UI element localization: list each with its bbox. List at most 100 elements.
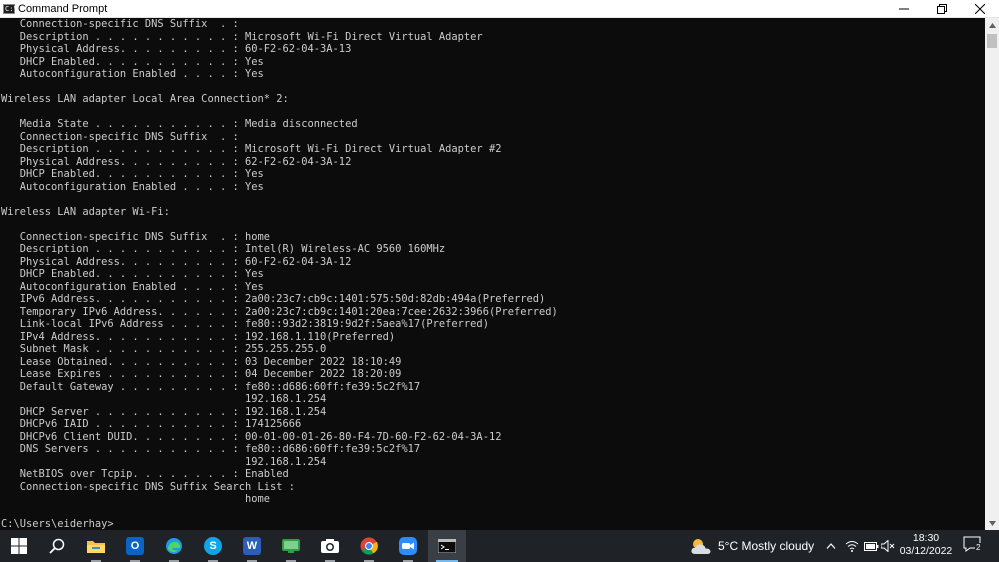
console-text: Connection-specific DNS Suffix . : Descr…	[0, 18, 985, 530]
clock-time: 18:30	[912, 532, 940, 544]
console-line: Temporary IPv6 Address. . . . . . : 2a00…	[1, 305, 558, 318]
minimize-icon	[899, 8, 909, 10]
console-line: home	[1, 493, 270, 505]
taskbar-command-prompt[interactable]	[428, 530, 466, 562]
console-line: Connection-specific DNS Suffix . :	[1, 18, 239, 30]
skype-icon: S	[204, 537, 222, 555]
console-line: DHCP Enabled. . . . . . . . . . . : Yes	[1, 168, 264, 180]
console-line: Wireless LAN adapter Local Area Connecti…	[1, 93, 289, 105]
word-icon: W	[243, 537, 261, 555]
restore-icon	[937, 4, 947, 14]
console-line: Description . . . . . . . . . . . : Micr…	[1, 30, 483, 43]
console-line: Autoconfiguration Enabled . . . . : Yes	[1, 180, 264, 193]
taskbar-chrome[interactable]	[350, 530, 388, 562]
taskbar-camera[interactable]	[311, 530, 349, 562]
console-line: Physical Address. . . . . . . . . : 60-F…	[1, 43, 352, 55]
console-line: NetBIOS over Tcpip. . . . . . . . : Enab…	[1, 468, 289, 480]
console-line: DHCP Server . . . . . . . . . . . : 192.…	[1, 405, 327, 418]
search-button[interactable]	[38, 530, 76, 562]
console-line: C:\Users\eiderhay>	[1, 518, 114, 530]
console-line: Media State . . . . . . . . . . . : Medi…	[1, 118, 358, 130]
chevron-up-icon	[988, 22, 996, 28]
camera-icon	[321, 539, 339, 553]
console-line: DHCPv6 Client DUID. . . . . . . . : 00-0…	[1, 430, 502, 443]
taskbar-file-explorer[interactable]	[77, 530, 115, 562]
edge-icon	[166, 538, 182, 554]
close-button[interactable]	[961, 0, 999, 18]
console-line: Autoconfiguration Enabled . . . . : Yes	[1, 68, 264, 80]
console-line: 192.168.1.254	[1, 393, 327, 405]
windows-logo-icon	[11, 538, 27, 554]
weather-text: 5°C Mostly cloudy	[718, 539, 815, 553]
taskbar: O S W 5°C Mostly cloudy 18:30 03/12/2022…	[0, 530, 999, 562]
window-title: Command Prompt	[18, 2, 108, 15]
cmd-icon	[438, 539, 456, 553]
vertical-scrollbar[interactable]	[985, 18, 999, 530]
folder-icon	[87, 541, 105, 553]
clock-date: 03/12/2022	[899, 545, 953, 557]
console-line: Autoconfiguration Enabled . . . . : Yes	[1, 280, 264, 293]
console-line: DHCPv6 IAID . . . . . . . . . . . : 1741…	[1, 418, 302, 430]
partly-cloudy-icon	[691, 539, 711, 554]
console-line: Lease Expires . . . . . . . . . . : 04 D…	[1, 368, 402, 380]
console-line: Link-local IPv6 Address . . . . . : fe80…	[1, 318, 489, 330]
console-line: IPv4 Address. . . . . . . . . . . : 192.…	[1, 330, 396, 343]
show-hidden-icons-button[interactable]	[822, 530, 840, 562]
wifi-button[interactable]	[843, 530, 861, 562]
cmd-icon: C:\	[3, 3, 18, 14]
phone-link-icon	[282, 539, 300, 553]
clock[interactable]: 18:30 03/12/2022	[896, 532, 956, 560]
console-line: Connection-specific DNS Suffix Search Li…	[1, 480, 296, 493]
battery-icon	[863, 541, 878, 551]
close-icon	[975, 4, 985, 14]
console-line: DHCP Enabled. . . . . . . . . . . : Yes	[1, 268, 264, 280]
scroll-down-button[interactable]	[985, 516, 999, 530]
console-line: Subnet Mask . . . . . . . . . . . : 255.…	[1, 343, 327, 355]
console-line: Description . . . . . . . . . . . : Inte…	[1, 243, 446, 255]
taskbar-edge[interactable]	[155, 530, 193, 562]
console-line: IPv6 Address. . . . . . . . . . . : 2a00…	[1, 293, 546, 305]
taskbar-word[interactable]: W	[233, 530, 271, 562]
console-line: DHCP Enabled. . . . . . . . . . . : Yes	[1, 55, 264, 68]
console-line: Description . . . . . . . . . . . : Micr…	[1, 143, 502, 155]
scroll-up-button[interactable]	[985, 18, 999, 32]
console-line: DNS Servers . . . . . . . . . . . : fe80…	[1, 443, 421, 455]
wifi-icon	[845, 541, 859, 552]
console-line: Connection-specific DNS Suffix . : home	[1, 230, 270, 243]
notifications-button[interactable]: 2	[963, 536, 985, 556]
console-output[interactable]: Connection-specific DNS Suffix . : Descr…	[0, 18, 985, 530]
taskbar-phone-link[interactable]	[272, 530, 310, 562]
volume-button[interactable]	[879, 530, 897, 562]
volume-muted-icon	[881, 540, 895, 552]
console-line: Wireless LAN adapter Wi-Fi:	[1, 205, 170, 218]
zoom-icon	[399, 537, 417, 555]
start-button[interactable]	[0, 530, 38, 562]
console-line: Physical Address. . . . . . . . . : 60-F…	[1, 255, 352, 268]
scroll-thumb[interactable]	[987, 34, 997, 48]
taskbar-skype[interactable]: S	[194, 530, 232, 562]
battery-button[interactable]	[862, 530, 880, 562]
minimize-button[interactable]	[885, 0, 923, 18]
chrome-icon	[360, 537, 378, 555]
weather-widget[interactable]: 5°C Mostly cloudy	[690, 530, 814, 562]
taskbar-zoom[interactable]	[389, 530, 427, 562]
console-line: Physical Address. . . . . . . . . : 62-F…	[1, 155, 352, 168]
search-icon	[49, 538, 65, 554]
outlook-icon: O	[126, 537, 144, 555]
console-line: Lease Obtained. . . . . . . . . . : 03 D…	[1, 355, 402, 368]
taskbar-outlook[interactable]: O	[116, 530, 154, 562]
chevron-up-icon	[826, 543, 836, 549]
notification-count: 2	[975, 543, 982, 552]
console-line: Default Gateway . . . . . . . . . : fe80…	[1, 380, 421, 393]
restore-button[interactable]	[923, 0, 961, 18]
console-line: Connection-specific DNS Suffix . :	[1, 130, 239, 143]
window-controls	[885, 0, 999, 18]
chevron-down-icon	[988, 520, 996, 526]
title-bar[interactable]: C:\ Command Prompt	[0, 0, 999, 18]
console-line: 192.168.1.254	[1, 455, 327, 468]
